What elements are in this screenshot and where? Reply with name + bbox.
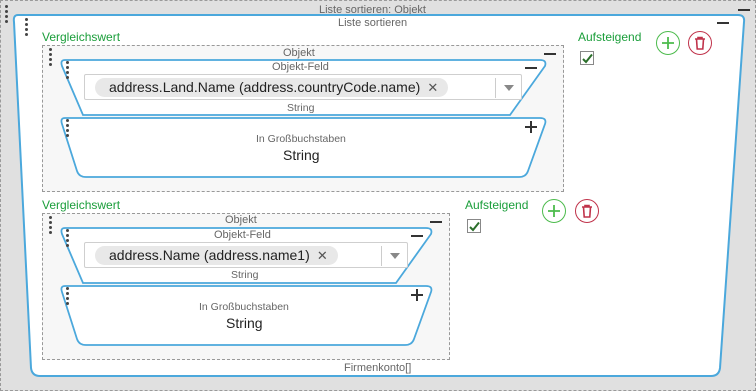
- expand-plus-icon[interactable]: [411, 289, 423, 301]
- object-field-trapezoid: [60, 227, 433, 346]
- object-field-select[interactable]: address.Name (address.name1) ✕: [84, 242, 408, 268]
- add-button[interactable]: [542, 199, 566, 223]
- uppercase-caption: In Großbuchstaben: [199, 301, 289, 313]
- close-icon[interactable]: ✕: [317, 246, 328, 265]
- delete-button[interactable]: [575, 199, 599, 223]
- checkmark-icon: [469, 221, 480, 232]
- ascending-label: Aufsteigend: [465, 198, 529, 212]
- selected-field-value: address.Name (address.name1): [109, 247, 310, 263]
- trash-icon: [582, 204, 592, 218]
- object-field-caption: Objekt-Feld: [214, 229, 271, 241]
- field-type-label: String: [231, 269, 259, 281]
- selected-field-chip: address.Name (address.name1) ✕: [95, 246, 338, 265]
- drag-handle-icon[interactable]: [66, 287, 69, 307]
- ascending-checkbox[interactable]: [467, 219, 481, 233]
- drag-handle-icon[interactable]: [66, 229, 69, 249]
- chevron-down-icon[interactable]: [390, 253, 400, 259]
- dropdown-separator: [381, 246, 382, 266]
- add-icon: [548, 205, 560, 217]
- collapse-field-minus-icon[interactable]: [411, 235, 423, 237]
- uppercase-type: String: [226, 315, 263, 331]
